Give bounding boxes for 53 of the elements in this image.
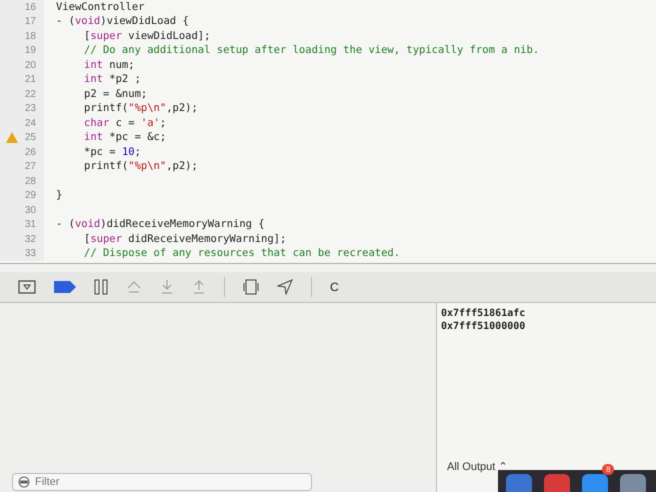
frame-label[interactable]: C	[330, 280, 339, 294]
line-number: 23	[24, 103, 36, 114]
line-number: 33	[24, 248, 36, 260]
console-output-line: 0x7fff51000000	[441, 320, 526, 333]
line-number: 28	[24, 176, 36, 187]
code-line: - (void)didReceiveMemoryWarning {	[55, 218, 265, 232]
code-line: // Dispose of any resources that can be recreated.	[83, 247, 400, 260]
breakpoint-icon[interactable]	[54, 281, 76, 293]
line-number: 29	[24, 190, 36, 202]
code-line: [super didReceiveMemoryWarning];	[83, 232, 286, 246]
view-hierarchy-icon[interactable]	[243, 279, 259, 295]
code-line: printf("%p\n",p2);	[83, 102, 198, 116]
line-number: 21	[24, 74, 36, 86]
code-line: - (void)viewDidLoad {	[55, 15, 189, 28]
code-line: ViewController	[55, 0, 145, 14]
step-over-icon[interactable]	[126, 280, 142, 294]
step-in-icon[interactable]	[160, 279, 174, 295]
location-icon[interactable]	[277, 279, 293, 295]
output-selector[interactable]: All Output ⌃	[447, 461, 508, 473]
line-number: 17	[24, 16, 36, 28]
line-number: 26	[24, 146, 36, 158]
pause-icon[interactable]	[94, 279, 108, 295]
line-number: 20	[24, 60, 36, 71]
code-line: printf("%p\n",p2);	[83, 160, 198, 174]
line-number: 22	[24, 88, 36, 100]
app-icon[interactable]	[544, 474, 570, 492]
code-line: // Do any additional setup after loading the view, typically from a nib.	[83, 44, 540, 58]
line-number: 18	[24, 30, 36, 42]
app-icon[interactable]	[506, 474, 532, 492]
line-number: 16	[24, 2, 36, 13]
line-number: 19	[24, 45, 36, 56]
line-number: 31	[24, 219, 36, 230]
line-number: 25	[24, 132, 36, 144]
code-line: p2 = &num;	[83, 88, 148, 101]
app-icon[interactable]	[620, 474, 646, 492]
code-line: [super viewDidLoad];	[83, 30, 210, 43]
filter-field[interactable]: Filter	[12, 473, 312, 491]
console-output-line: 0x7fff51861afc	[441, 307, 526, 320]
filter-icon	[18, 476, 30, 488]
code-line: char c = 'a';	[83, 116, 166, 130]
code-line: int num;	[83, 58, 135, 72]
code-line: *pc = 10;	[83, 146, 141, 159]
line-number: 24	[24, 118, 36, 129]
line-number: 32	[24, 234, 36, 245]
notification-badge: 8	[602, 464, 614, 475]
code-line: }	[55, 189, 62, 202]
app-icon[interactable]	[582, 474, 608, 492]
code-line: int *p2 ;	[83, 73, 141, 86]
line-number: 27	[24, 161, 36, 172]
hide-panel-icon[interactable]	[18, 280, 36, 294]
code-line: int *pc = &c;	[83, 131, 166, 144]
line-number: 30	[24, 204, 36, 216]
step-out-icon[interactable]	[192, 279, 206, 295]
